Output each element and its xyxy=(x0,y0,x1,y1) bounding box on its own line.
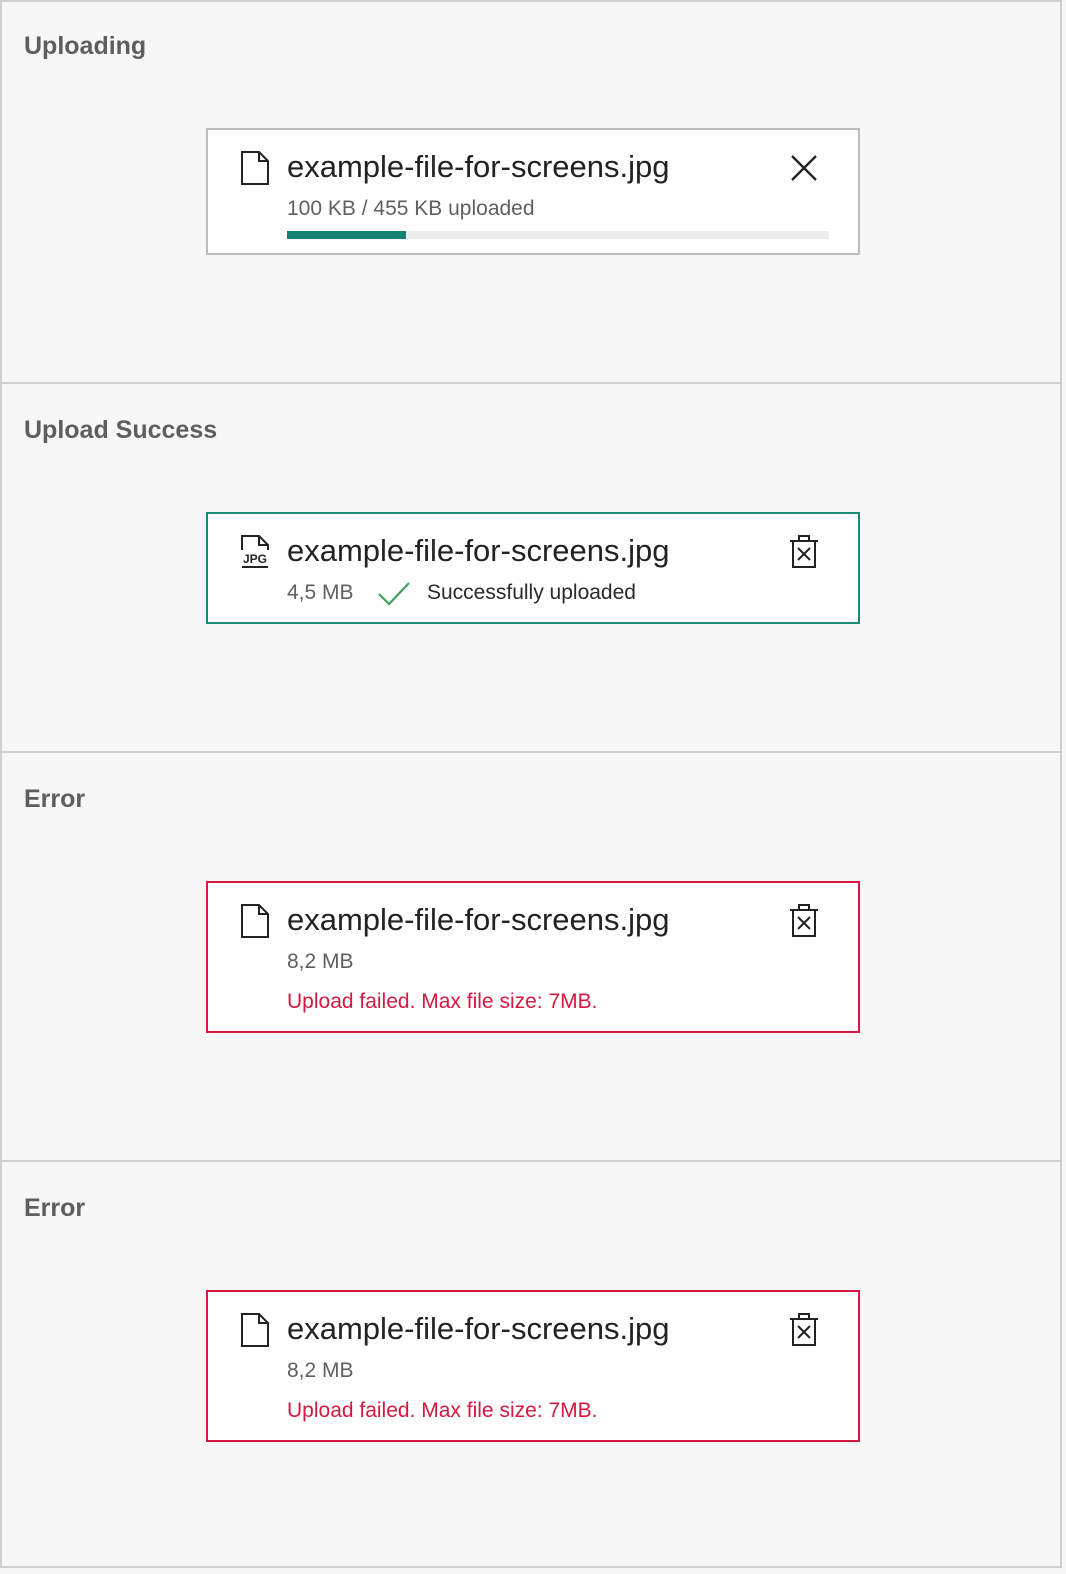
file-icon xyxy=(241,904,269,938)
section-error: Error example-file-for-screens.jpg 8,2 M… xyxy=(2,753,1060,1162)
section-title: Upload Success xyxy=(24,416,218,444)
section-error: Error example-file-for-screens.jpg 8,2 M… xyxy=(2,1162,1060,1566)
file-size: 4,5 MB xyxy=(287,581,354,604)
upload-states-panel: Uploading example-file-for-screens.jpg 1… xyxy=(0,0,1062,1568)
file-upload-card: example-file-for-screens.jpg 8,2 MB Uplo… xyxy=(206,881,860,1033)
jpg-file-icon: JPG xyxy=(241,535,269,568)
section-upload-success: Upload Success JPG example-file-for-scre… xyxy=(2,384,1060,753)
success-message: Successfully uploaded xyxy=(427,581,636,604)
section-title: Error xyxy=(24,785,86,813)
file-upload-card: example-file-for-screens.jpg 100 KB / 45… xyxy=(206,128,860,255)
file-upload-card: JPG example-file-for-screens.jpg 4,5 MB … xyxy=(206,512,860,624)
file-name: example-file-for-screens.jpg xyxy=(287,1311,670,1346)
upload-progress-text: 100 KB / 455 KB uploaded xyxy=(287,197,535,220)
file-name: example-file-for-screens.jpg xyxy=(287,533,670,568)
file-upload-card: example-file-for-screens.jpg 8,2 MB Uplo… xyxy=(206,1290,860,1442)
file-name: example-file-for-screens.jpg xyxy=(287,149,670,184)
section-title: Uploading xyxy=(24,32,147,60)
error-message: Upload failed. Max file size: 7MB. xyxy=(287,1399,598,1422)
file-size: 8,2 MB xyxy=(287,1359,354,1382)
delete-icon[interactable] xyxy=(786,534,822,570)
delete-icon[interactable] xyxy=(786,1312,822,1348)
delete-icon[interactable] xyxy=(786,903,822,939)
section-uploading: Uploading example-file-for-screens.jpg 1… xyxy=(2,2,1060,384)
file-icon xyxy=(241,1313,269,1347)
progress-bar-fill xyxy=(287,231,407,239)
checkmark-icon xyxy=(378,582,410,606)
error-message: Upload failed. Max file size: 7MB. xyxy=(287,990,598,1013)
close-icon[interactable] xyxy=(786,150,822,186)
file-size: 8,2 MB xyxy=(287,950,354,973)
svg-text:JPG: JPG xyxy=(243,552,267,566)
section-title: Error xyxy=(24,1194,86,1222)
file-icon xyxy=(241,151,269,185)
file-name: example-file-for-screens.jpg xyxy=(287,902,670,937)
progress-bar xyxy=(287,231,829,239)
